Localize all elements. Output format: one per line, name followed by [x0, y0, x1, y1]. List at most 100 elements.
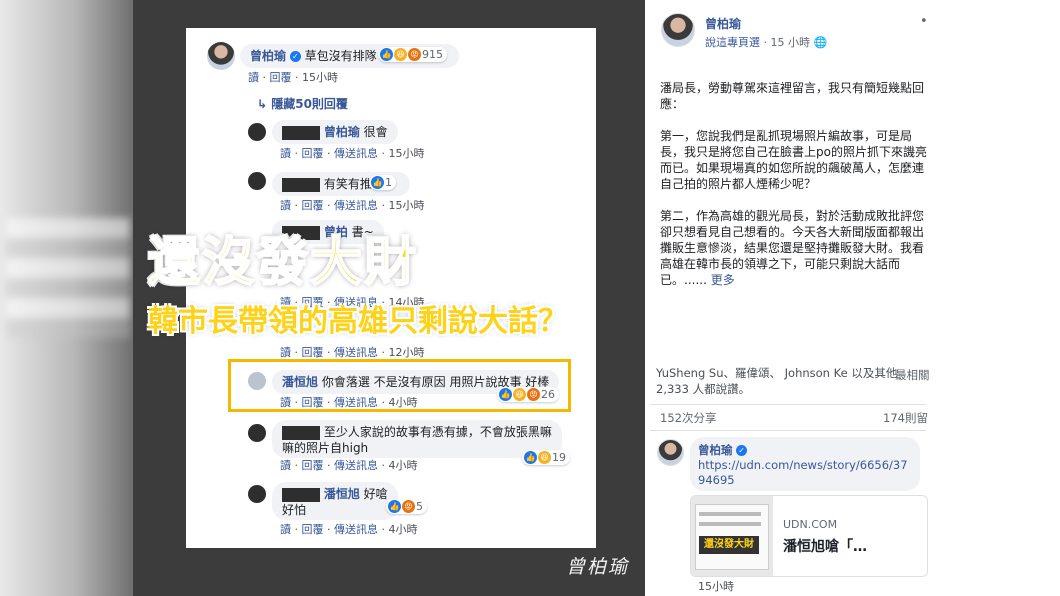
comment-time[interactable]: 15小時 [698, 578, 734, 594]
read-link[interactable]: 讀 [280, 346, 291, 359]
post-body: 潘局長，勞動尊駕來這裡留言，我只有簡短幾點回應： 第一，您說我們是亂抓現場照片編… [660, 80, 928, 288]
redacted-name [282, 177, 320, 192]
redacted-name [282, 425, 320, 440]
comment-author[interactable]: 潘恒旭 [324, 487, 360, 501]
divider [650, 430, 926, 431]
comment-actions: 讀 · 回覆 · 傳送訊息 · 15小時 [280, 147, 425, 160]
headline-main: 還沒發大財 [147, 232, 419, 294]
headline-sub: 韓市長帶領的高雄只剩說大話？ [148, 304, 568, 339]
blurred-background [0, 0, 133, 596]
preview-domain: UDN.COM [783, 518, 838, 531]
avatar[interactable] [661, 13, 695, 47]
highlight-box [228, 359, 571, 412]
reaction-summary[interactable]: 👍 😆 😡 915 [378, 47, 447, 62]
read-link[interactable]: 讀 [280, 459, 291, 472]
thumbnail-headline: 還沒發大財 [699, 536, 759, 554]
reply-bubble: 曾柏瑜 很會 [272, 120, 398, 144]
reply-bubble: 至少人家說的故事有憑有據，不會放張黑嘛 嘛的照片自high [272, 420, 562, 458]
see-more-link[interactable]: 更多 [711, 273, 735, 287]
read-link[interactable]: 讀 [280, 523, 291, 536]
like-icon: 👍 [380, 48, 393, 61]
comment-time[interactable]: 12小時 [389, 346, 425, 359]
comment-actions: 讀 · 回覆 · 15小時 [248, 71, 338, 84]
reaction-count: 5 [416, 500, 423, 513]
message-link[interactable]: 傳送訊息 [334, 523, 378, 536]
source-link[interactable]: 說這專頁選 [705, 36, 760, 49]
comment-text: 至少人家說的故事有憑有據，不會放張黑嘛 [323, 425, 552, 439]
message-link[interactable]: 傳送訊息 [334, 459, 378, 472]
reply-link[interactable]: 回覆 [302, 346, 324, 359]
preview-title: 潘恒旭嗆「… [783, 539, 867, 555]
comment-author[interactable]: 曾柏瑜 [324, 125, 360, 139]
verified-icon: ✓ [736, 445, 748, 456]
hide-replies-label: 隱藏50則回覆 [271, 97, 348, 111]
comment-time[interactable]: 15小時 [302, 71, 338, 84]
like-icon: 👍 [371, 176, 384, 189]
reply-link[interactable]: 回覆 [302, 147, 324, 160]
reaction-count: 915 [422, 48, 443, 61]
avatar [248, 485, 266, 503]
like-icon: 👍 [524, 451, 537, 464]
comment-text: 有笑有推 [323, 177, 372, 191]
comment-text-line2: 好怕 [282, 503, 307, 517]
comment-time[interactable]: 4小時 [389, 459, 418, 472]
comment-bubble: 曾柏瑜 ✓ https://udn.com/news/story/6656/37… [690, 437, 920, 491]
comment-actions: 讀 · 回覆 · 傳送訊息 · 4小時 [280, 523, 418, 536]
thumbnail-line [699, 512, 761, 516]
likes-summary[interactable]: YuSheng Su、羅偉頌、 Johnson Ke 以及其他 2,333 人都… [656, 365, 926, 397]
message-link[interactable]: 傳送訊息 [334, 147, 378, 160]
thumbnail-line [699, 522, 761, 526]
comment-text: 草包沒有排隊 [304, 49, 377, 63]
message-link[interactable]: 傳送訊息 [334, 346, 378, 359]
reply-link[interactable]: 回覆 [302, 459, 324, 472]
reaction-count: 19 [552, 451, 566, 464]
comment-actions: 讀 · 回覆 · 傳送訊息 · 15小時 [280, 199, 425, 212]
link-preview-card[interactable]: 還沒發大財 UDN.COM 潘恒旭嗆「… [690, 495, 928, 577]
post-author[interactable]: 曾柏瑜 [705, 15, 741, 32]
blurred-headline [6, 218, 130, 338]
avatar [248, 424, 266, 442]
divider [650, 404, 926, 405]
reaction-summary[interactable]: 👍 😡 5 [386, 499, 427, 514]
comment-author[interactable]: 曾柏瑜 [698, 443, 733, 457]
comment-time[interactable]: 15小時 [389, 147, 425, 160]
read-link[interactable]: 讀 [280, 147, 291, 160]
post-paragraph: 第一，您說我們是亂抓現場照片編故事，可是局長，我只是將您自己在臉書上po的照片抓… [660, 129, 927, 191]
comment-actions: 讀 · 回覆 · 傳送訊息 · 12小時 [280, 346, 425, 359]
comment-text-line2: 嘛的照片自high [282, 441, 369, 455]
haha-icon: 😆 [394, 48, 407, 61]
comment-time[interactable]: 15小時 [389, 199, 425, 212]
post-time[interactable]: 15 小時 [771, 36, 811, 49]
haha-icon: 😆 [538, 451, 551, 464]
shares-count[interactable]: 152次分享 [660, 410, 716, 426]
reply-link[interactable]: 回覆 [302, 199, 324, 212]
avatar [248, 172, 266, 190]
read-link[interactable]: 讀 [280, 199, 291, 212]
comment-url[interactable]: https://udn.com/news/story/6656/3794695 [698, 458, 912, 488]
avatar[interactable] [657, 439, 684, 466]
avatar [207, 42, 235, 70]
reaction-summary[interactable]: 👍 1 [369, 175, 396, 190]
comment-author[interactable]: 曾柏瑜 [250, 49, 286, 63]
signature: 曾柏瑜 [566, 556, 630, 578]
preview-thumbnail: 還沒發大財 [691, 496, 773, 576]
post-meta: 說這專頁選 · 15 小時 🌐 [705, 36, 828, 49]
hide-replies-link[interactable]: ↳ 隱藏50則回覆 [257, 95, 348, 112]
comment-time[interactable]: 4小時 [389, 523, 418, 536]
reply-link[interactable]: 回覆 [302, 523, 324, 536]
message-link[interactable]: 傳送訊息 [334, 199, 378, 212]
read-link[interactable]: 讀 [248, 71, 259, 84]
comment-text: 很會 [363, 125, 388, 139]
reply-bubble: 潘恒旭 好嗆 好怕 [272, 482, 398, 520]
globe-icon: 🌐 [813, 36, 828, 49]
post-paragraph: 潘局長，勞動尊駕來這裡留言，我只有簡短幾點回應： [660, 81, 925, 111]
post-paragraph: 第二，作為高雄的觀光局長，對於活動成敗批評您卻只想看見自己想看的。今天各大新聞版… [660, 209, 925, 287]
comment-actions: 讀 · 回覆 · 傳送訊息 · 4小時 [280, 459, 418, 472]
more-options-icon[interactable]: • [920, 14, 928, 29]
angry-icon: 😡 [402, 500, 415, 513]
comments-count[interactable]: 174則留 [883, 410, 928, 426]
like-icon: 👍 [388, 500, 401, 513]
reply-link[interactable]: 回覆 [270, 71, 292, 84]
sort-comments[interactable]: 最相關 [895, 367, 930, 383]
reaction-summary[interactable]: 👍 😆 19 [522, 450, 570, 465]
